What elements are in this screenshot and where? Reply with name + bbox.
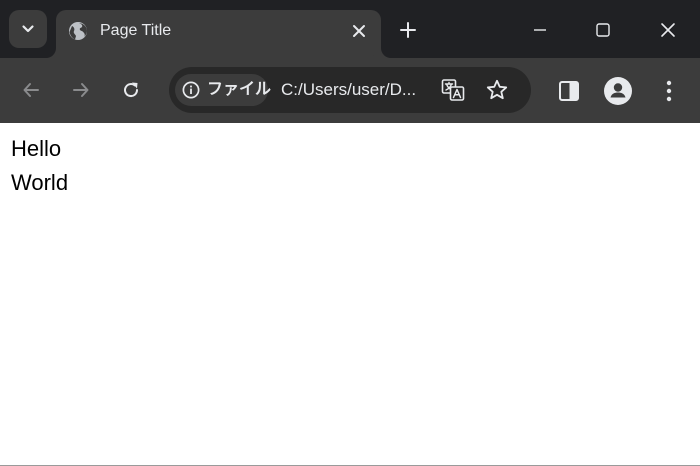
more-vert-icon[interactable] (657, 77, 681, 105)
site-info-label: ファイル (207, 81, 272, 98)
maximize-button[interactable] (581, 10, 625, 50)
chevron-down-icon (22, 25, 34, 33)
close-icon (661, 23, 675, 37)
site-info-chip[interactable]: ファイル (175, 74, 272, 106)
side-panel-icon[interactable] (557, 79, 581, 103)
maximize-icon (596, 23, 610, 37)
tab-close-button[interactable] (348, 20, 370, 42)
page-content: Hello World (0, 123, 700, 465)
toolbar: ファイル C:/Users/user/D... (0, 58, 700, 123)
info-icon (182, 81, 200, 99)
content-text-line: World (11, 170, 69, 195)
minimize-button[interactable] (518, 10, 562, 50)
forward-button[interactable] (67, 76, 95, 104)
translate-icon[interactable] (441, 78, 465, 102)
close-icon (353, 25, 365, 37)
browser-window: Page Title ファイル C:/Users/user/D... Hello… (0, 0, 700, 466)
star-icon[interactable] (485, 78, 509, 102)
new-tab-button[interactable] (396, 18, 420, 42)
tab-search-button[interactable] (9, 10, 47, 48)
tab-active[interactable]: Page Title (56, 10, 381, 58)
address-bar[interactable]: ファイル C:/Users/user/D... (169, 67, 531, 113)
arrow-left-icon (23, 83, 39, 97)
content-text-line: Hello (11, 136, 62, 161)
minimize-icon (534, 29, 546, 31)
reload-button[interactable] (117, 76, 145, 104)
window-close-button[interactable] (646, 10, 690, 50)
globe-icon (69, 22, 87, 40)
profile-icon[interactable] (603, 76, 633, 106)
plus-icon (400, 22, 416, 38)
arrow-right-icon (73, 83, 89, 97)
tab-title: Page Title (100, 22, 172, 39)
url-text[interactable]: C:/Users/user/D... (281, 80, 431, 100)
reload-icon (124, 82, 139, 98)
back-button[interactable] (17, 76, 45, 104)
tab-strip: Page Title (0, 0, 700, 58)
